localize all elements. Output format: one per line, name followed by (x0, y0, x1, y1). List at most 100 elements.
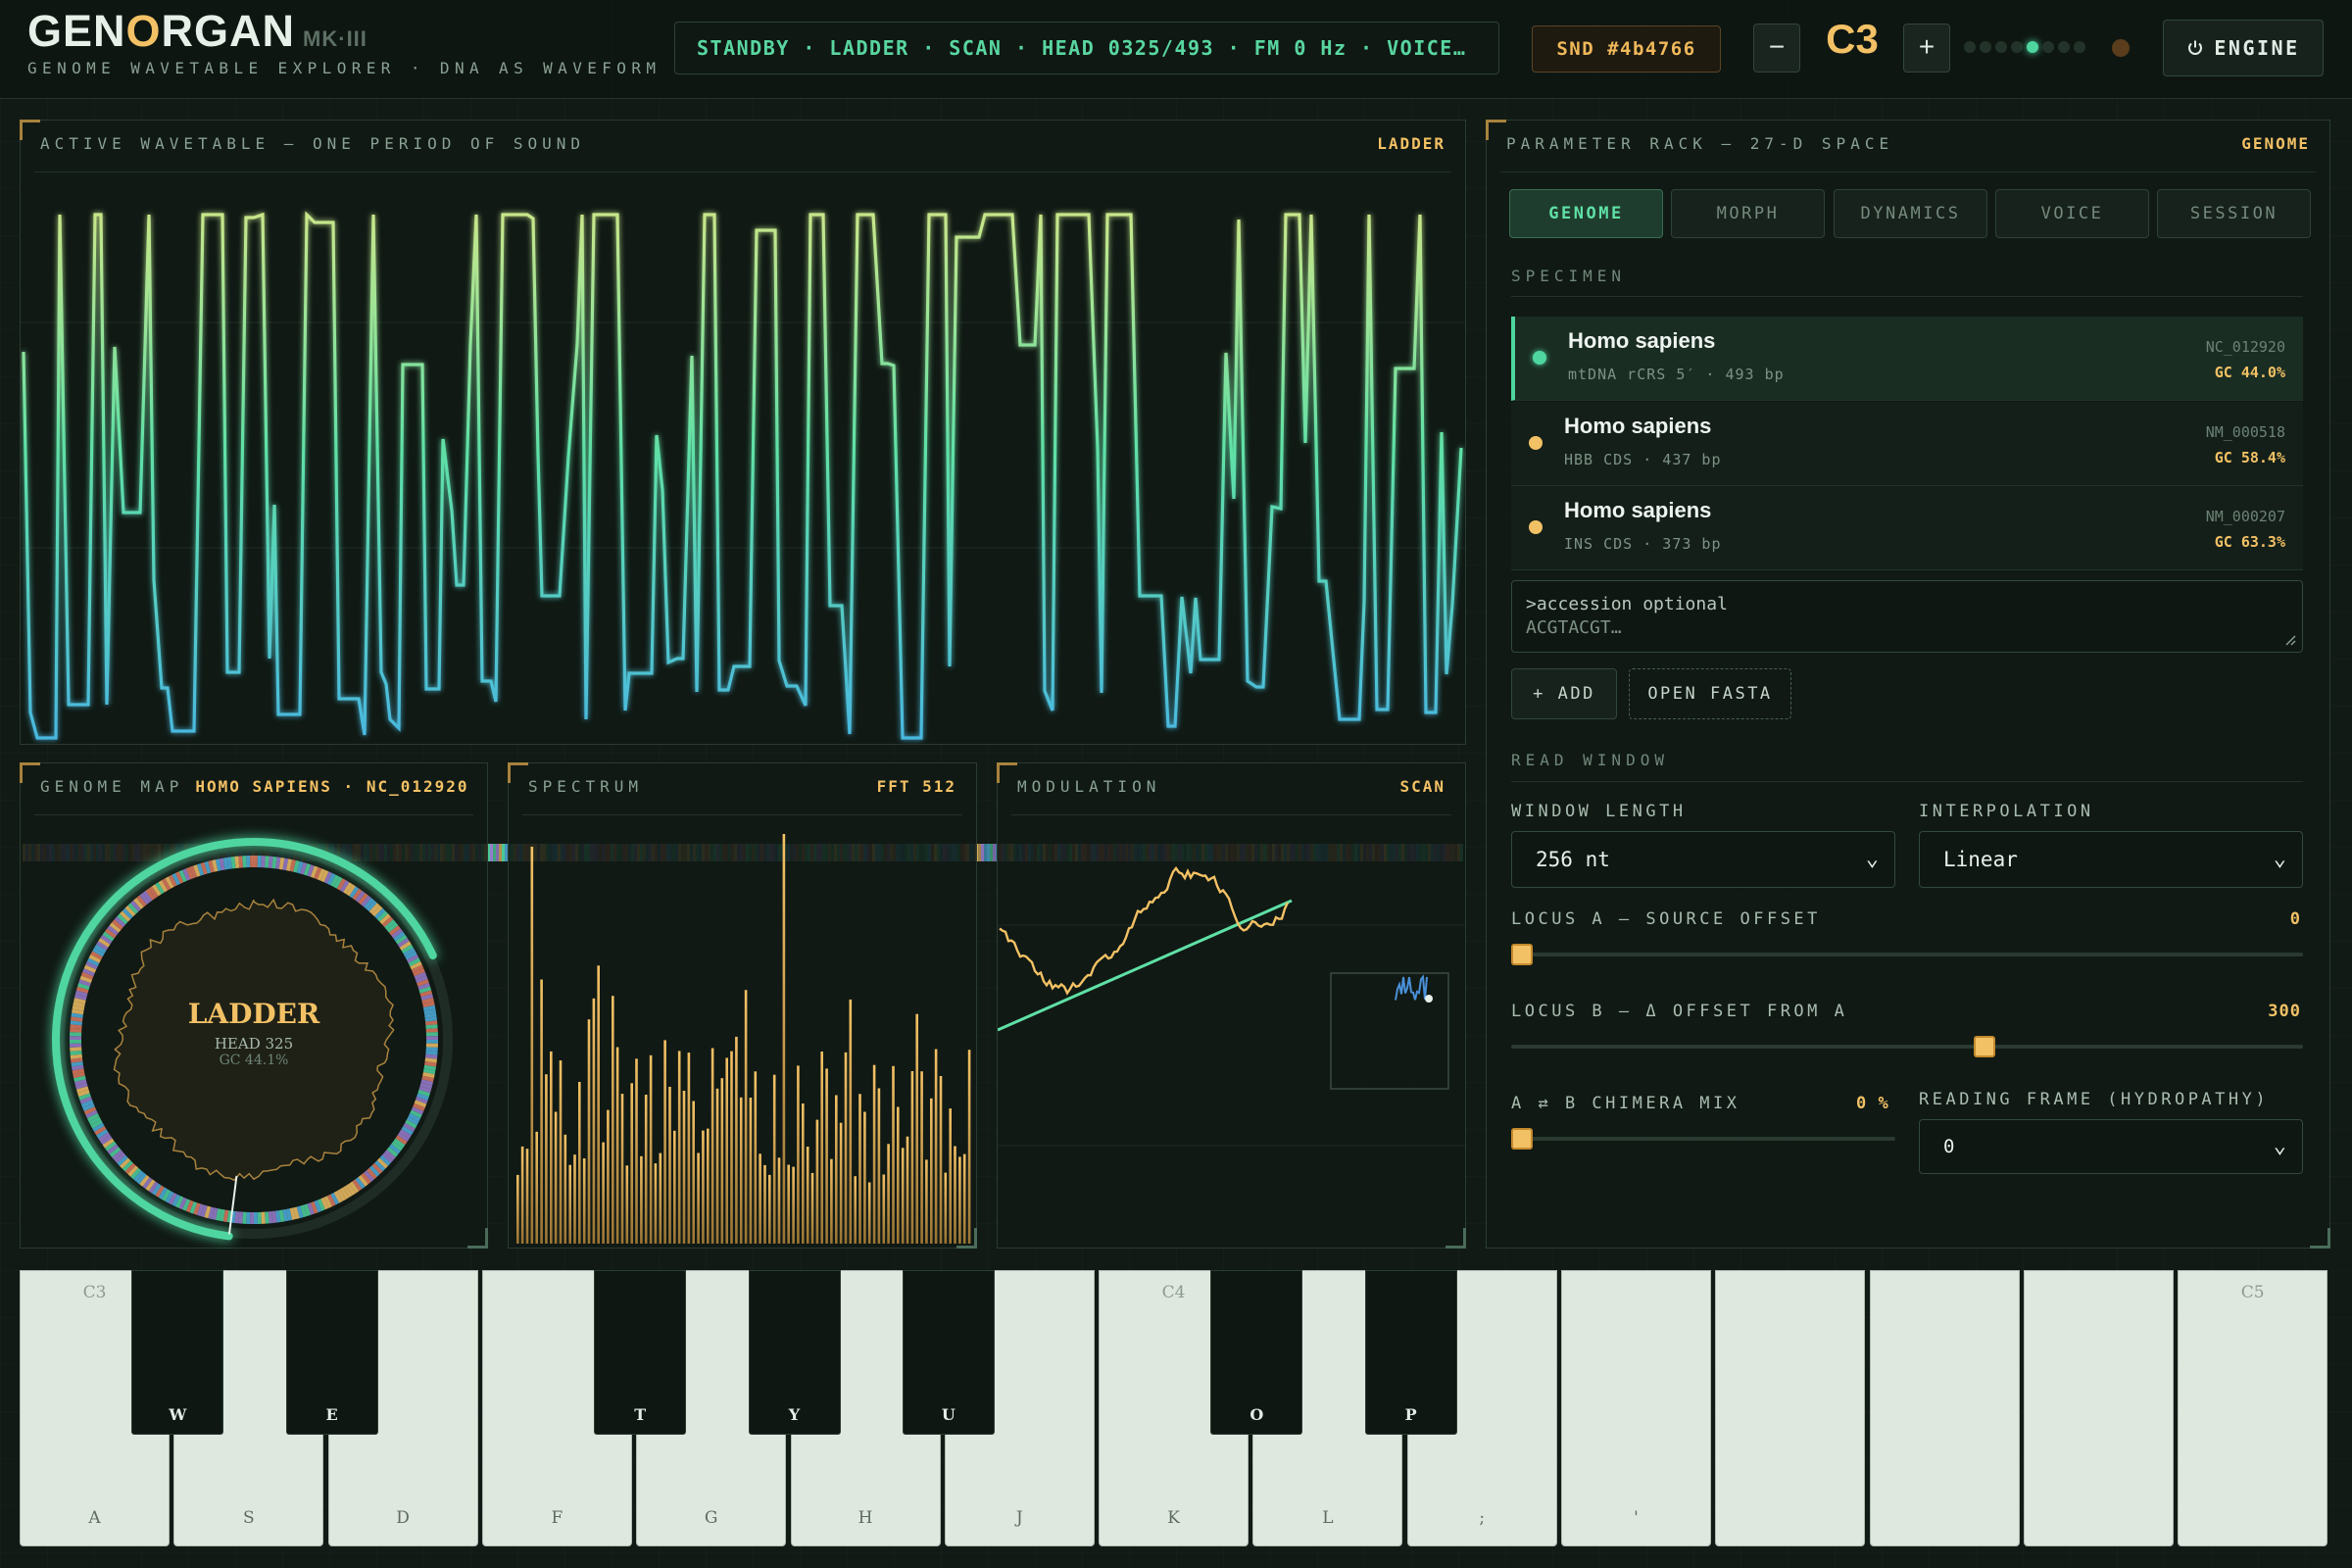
open-fasta-button[interactable]: OPEN FASTA (1629, 668, 1791, 719)
spectrum-bin (939, 1076, 943, 1244)
piano-black-key[interactable]: Y (748, 1270, 841, 1435)
spectrum-bin (754, 1071, 758, 1244)
piano-white-key[interactable]: ' (1561, 1270, 1711, 1546)
piano-keyboard[interactable]: A C3 S D F G H J K C4 L; ' C5 W E T Y U O P (20, 1270, 2332, 1548)
spectrum-panel: SPECTRUM FFT 512 (508, 762, 977, 1249)
specimen-detail: HBB CDS · 437 bp (1564, 451, 1722, 468)
spectrum-bin (920, 1071, 923, 1244)
key-binding-label: ; (1479, 1508, 1486, 1528)
tab-voice[interactable]: VOICE (1995, 189, 2149, 238)
wavetable-waveform[interactable] (21, 175, 1465, 744)
locus-a-slider-track[interactable] (1511, 953, 2303, 956)
add-specimen-button[interactable]: + ADD (1511, 668, 1617, 719)
specimen-status-dot (1529, 436, 1543, 450)
specimen-item[interactable]: Homo sapiens HBB CDS · 437 bp NM_000518 … (1511, 402, 2303, 486)
xy-pad[interactable] (1330, 972, 1449, 1090)
piano-black-key[interactable]: U (902, 1270, 995, 1435)
spectrum-bin (849, 999, 853, 1244)
accession-input[interactable]: >accession optional ACGTACGT… (1511, 580, 2303, 653)
reading-frame-select[interactable]: 0 ⌄ (1919, 1119, 2303, 1174)
piano-black-key[interactable]: W (131, 1270, 224, 1435)
spectrum-bin (559, 1060, 563, 1244)
piano-black-key[interactable]: P (1364, 1270, 1457, 1435)
piano-white-key[interactable] (1869, 1270, 2020, 1546)
spectrum-bin (715, 1088, 719, 1244)
genome-base-segment (70, 1028, 82, 1033)
key-binding-label: P (1404, 1405, 1417, 1424)
tab-genome[interactable]: GENOME (1509, 189, 1663, 238)
locus-b-value: 300 (2268, 1002, 2301, 1021)
xy-pad-cursor[interactable] (1425, 995, 1433, 1003)
specimen-gc: GC 58.4% (2214, 449, 2285, 466)
chimera-mix-label: A ⇄ B CHIMERA MIX (1511, 1094, 1740, 1113)
spectrum-bin (958, 1156, 961, 1244)
window-length-select[interactable]: 256 nt ⌄ (1511, 831, 1895, 888)
spectrum-bin (897, 1106, 900, 1244)
top-bar: GENORGAN MK·III GENOME WAVETABLE EXPLORER… (0, 0, 2352, 99)
genome-map-ring[interactable]: LADDER HEAD 325 GC 44.1% (21, 763, 489, 1250)
genome-base-segment (70, 1036, 82, 1040)
interpolation-value: Linear (1943, 848, 2018, 871)
locus-b-slider-track[interactable] (1511, 1045, 2303, 1049)
genome-base-segment (425, 1032, 438, 1037)
spectrum-bin (649, 1054, 653, 1244)
piano-white-key[interactable] (2023, 1270, 2174, 1546)
spectrum-bin (787, 1164, 790, 1244)
spectrum-bin (763, 1164, 766, 1244)
level-meter-dot (2074, 41, 2085, 53)
genome-base-segment (261, 1211, 266, 1224)
tab-morph[interactable]: MORPH (1671, 189, 1825, 238)
octave-down-button[interactable]: − (1753, 24, 1800, 73)
spectrum-bin (835, 1095, 838, 1244)
specimen-item[interactable]: Homo sapiens INS CDS · 373 bp NM_000207 … (1511, 486, 2303, 570)
specimen-item[interactable]: Homo sapiens mtDNA rCRS 5′ · 493 bp NC_0… (1511, 317, 2303, 401)
chimera-mix-slider-track[interactable] (1511, 1137, 1895, 1141)
app-tagline: GENOME WAVETABLE EXPLORER · DNA AS WAVEF… (27, 59, 662, 77)
engine-button[interactable]: ENGINE (2163, 20, 2324, 76)
spectrum-bin (597, 965, 600, 1244)
spectrum-bin (612, 996, 614, 1244)
interpolation-select[interactable]: Linear ⌄ (1919, 831, 2303, 888)
spectrum-bin (673, 1130, 676, 1244)
modulation-ramp (998, 899, 1293, 1032)
chevron-down-icon: ⌄ (1865, 847, 1879, 871)
chimera-mix-value: 0 % (1856, 1094, 1889, 1113)
piano-black-key[interactable]: E (285, 1270, 378, 1435)
waveform-trace (22, 211, 1463, 740)
tab-session[interactable]: SESSION (2157, 189, 2311, 238)
piano-black-key[interactable]: O (1210, 1270, 1303, 1435)
locus-a-label: LOCUS A — SOURCE OFFSET (1511, 909, 1821, 929)
specimen-gc: GC 63.3% (2214, 533, 2285, 551)
locus-b-slider-thumb[interactable] (1973, 1036, 1995, 1057)
key-binding-label: H (858, 1508, 873, 1528)
spectrum-bin (830, 1158, 833, 1244)
key-binding-label: Y (788, 1405, 801, 1424)
specimen-detail: INS CDS · 373 bp (1564, 535, 1722, 553)
spectrum-bin (962, 1153, 966, 1244)
genome-base-segment (70, 1043, 82, 1048)
level-meter-dot (2011, 41, 2023, 53)
genome-map-mode: LADDER (188, 998, 320, 1030)
chimera-mix-slider-thumb[interactable] (1511, 1128, 1533, 1150)
octave-up-button[interactable]: + (1903, 24, 1950, 73)
spectrum-bin (525, 1149, 529, 1244)
tab-dynamics[interactable]: DYNAMICS (1834, 189, 1987, 238)
genome-base-segment (425, 1043, 438, 1048)
specimen-name: Homo sapiens (1568, 328, 1716, 353)
modulation-plot[interactable] (998, 763, 1465, 1248)
resize-handle-icon[interactable] (2284, 634, 2296, 646)
specimen-detail: mtDNA rCRS 5′ · 493 bp (1568, 366, 1785, 383)
genome-base-segment (70, 1040, 82, 1044)
spectrum-bin (516, 1174, 519, 1244)
piano-white-key[interactable] (1715, 1270, 1866, 1546)
locus-a-slider-thumb[interactable] (1511, 944, 1533, 965)
piano-white-key[interactable]: C5 (2178, 1270, 2328, 1546)
key-binding-label: L (1322, 1508, 1334, 1528)
spectrum-bin (592, 998, 596, 1244)
spectrum-bin (725, 1057, 728, 1244)
sound-id-badge[interactable]: SND #4b4766 (1532, 25, 1721, 73)
piano-black-key[interactable]: T (594, 1270, 687, 1435)
specimen-section-label: SPECIMEN (1511, 267, 1627, 285)
spectrum-bin (858, 1094, 861, 1244)
xy-pad-trace (1395, 974, 1428, 1001)
